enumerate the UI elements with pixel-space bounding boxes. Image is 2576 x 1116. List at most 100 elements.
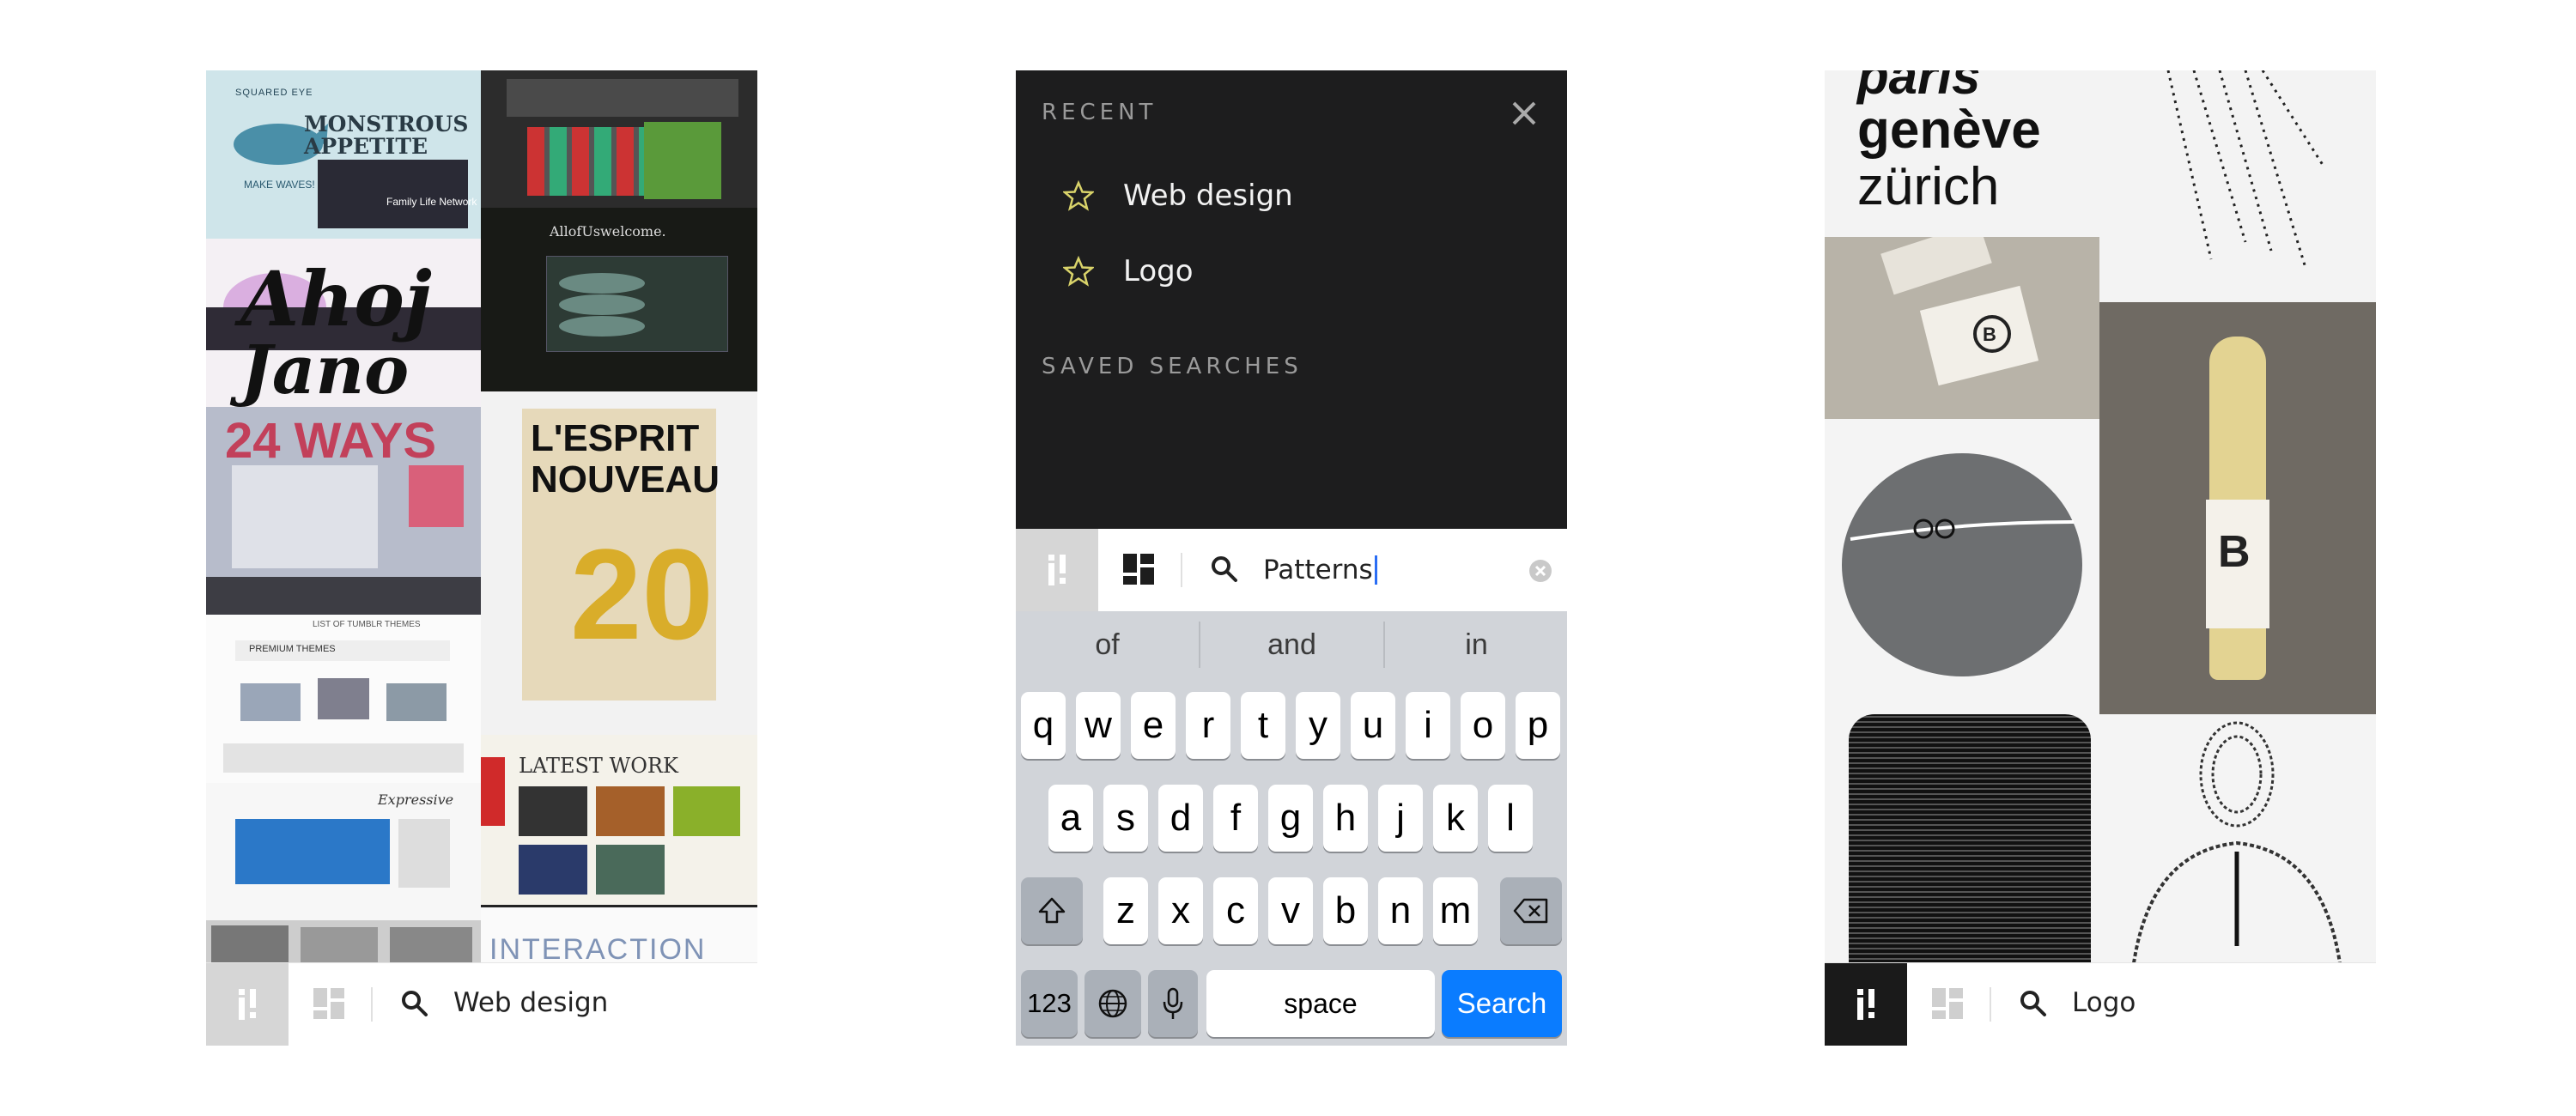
- search-query[interactable]: Web design: [453, 987, 608, 1018]
- photo-strip: [206, 577, 481, 615]
- tile-24-ways[interactable]: 24 WAYS: [206, 407, 481, 615]
- tile-text: SQUARED EYE: [235, 88, 313, 98]
- middle-screen: RECENT Web design Logo SAVED SEARCHES Pa…: [1016, 70, 1567, 1046]
- search-query[interactable]: Logo: [2072, 987, 2136, 1018]
- search-icon: [402, 991, 428, 1016]
- divider: [1181, 553, 1182, 587]
- key-o[interactable]: o: [1461, 692, 1505, 759]
- tile-swiss-cities[interactable]: paris genève zürich: [1825, 70, 2099, 237]
- suggestion-and[interactable]: and: [1200, 611, 1383, 678]
- app-logo-button[interactable]: [206, 963, 289, 1046]
- key-c[interactable]: c: [1213, 877, 1258, 944]
- key-n[interactable]: n: [1378, 877, 1423, 944]
- key-a[interactable]: a: [1048, 785, 1093, 852]
- key-t[interactable]: t: [1241, 692, 1285, 759]
- tile-text: Expressive: [378, 792, 454, 808]
- globe-icon: [1098, 989, 1127, 1018]
- suggestion-of[interactable]: of: [1016, 611, 1199, 678]
- app-logo-button[interactable]: [1016, 529, 1098, 611]
- tile-wine-labels[interactable]: B: [1825, 237, 2099, 419]
- tile-fingerprint-man[interactable]: [2099, 714, 2376, 963]
- layout-toggle-button[interactable]: [289, 963, 371, 1046]
- key-e[interactable]: e: [1131, 692, 1176, 759]
- recent-item-logo[interactable]: Logo: [1063, 246, 1544, 297]
- text-cursor: [1374, 555, 1377, 585]
- dictation-key[interactable]: [1148, 970, 1198, 1037]
- logo-icon: [1048, 555, 1066, 585]
- tile-rosetta-stone[interactable]: [1825, 714, 2099, 963]
- key-k[interactable]: k: [1433, 785, 1478, 852]
- sculpture-illustration: [559, 273, 645, 337]
- key-l[interactable]: l: [1488, 785, 1533, 852]
- tile-text-rain[interactable]: [2099, 70, 2376, 302]
- tile-ahoj[interactable]: Ahoj Jano: [206, 239, 481, 407]
- tile-all-of-us[interactable]: AllofUswelcome.: [481, 208, 757, 391]
- key-w[interactable]: w: [1076, 692, 1121, 759]
- grid-icon: [313, 988, 344, 1019]
- numbers-key[interactable]: 123: [1021, 970, 1078, 1037]
- key-j[interactable]: j: [1378, 785, 1423, 852]
- key-b[interactable]: b: [1323, 877, 1368, 944]
- tile-expressive[interactable]: Expressive: [206, 783, 481, 920]
- tile-text: LATEST WORK: [519, 754, 678, 778]
- key-r[interactable]: r: [1186, 692, 1230, 759]
- search-key[interactable]: Search: [1442, 970, 1562, 1037]
- backspace-key[interactable]: [1500, 877, 1562, 944]
- svg-text:B: B: [2218, 527, 2251, 577]
- tile-interaction[interactable]: INTERACTION: [481, 905, 757, 966]
- star-icon: [1063, 256, 1094, 287]
- key-d[interactable]: d: [1158, 785, 1203, 852]
- tile-text: L'ESPRIT: [531, 417, 700, 459]
- bottle-neck: [1880, 237, 1992, 295]
- right-screen: paris genève zürich B B Logo: [1825, 70, 2376, 1046]
- tile-photos[interactable]: [206, 920, 481, 963]
- layout-toggle-button[interactable]: [1098, 529, 1181, 611]
- tile-web-monkey[interactable]: [481, 70, 757, 208]
- work-thumb: [519, 786, 587, 836]
- tile-text: Family Life Network: [386, 196, 477, 208]
- suggestion-in[interactable]: in: [1385, 611, 1567, 678]
- tile-pebble[interactable]: [1825, 419, 2099, 714]
- key-m[interactable]: m: [1433, 877, 1478, 944]
- text-block: [507, 79, 738, 117]
- theme-thumb: [318, 678, 369, 719]
- tile-text: INTERACTION: [489, 933, 707, 966]
- photo-frame: [301, 927, 378, 963]
- pebble-illustration: [1842, 453, 2082, 676]
- key-q[interactable]: q: [1021, 692, 1066, 759]
- key-g[interactable]: g: [1268, 785, 1313, 852]
- clear-icon[interactable]: [1528, 558, 1553, 584]
- screenshot-thumb: [318, 160, 468, 228]
- tile-esprit-nouveau[interactable]: L'ESPRIT NOUVEAU 20: [481, 391, 757, 735]
- key-f[interactable]: f: [1213, 785, 1258, 852]
- recent-heading: RECENT: [1042, 100, 1157, 125]
- close-icon[interactable]: [1507, 96, 1541, 130]
- tile-tumblr-themes[interactable]: LIST OF TUMBLR THEMES PREMIUM THEMES: [206, 615, 481, 783]
- shift-key[interactable]: [1021, 877, 1083, 944]
- key-z[interactable]: z: [1103, 877, 1148, 944]
- photo-frame: [211, 925, 289, 963]
- tile-text: 24 WAYS: [225, 413, 437, 469]
- recent-item-web-design[interactable]: Web design: [1063, 170, 1544, 221]
- app-logo-button[interactable]: [1825, 963, 1907, 1046]
- tile-squared-eye[interactable]: SQUARED EYE MONSTROUS APPETITE MAKE WAVE…: [206, 70, 481, 239]
- logo-icon: [239, 989, 256, 1020]
- key-p[interactable]: p: [1516, 692, 1560, 759]
- grid-icon: [1123, 554, 1154, 585]
- blue-banner: [235, 819, 390, 884]
- tile-latest-work[interactable]: LATEST WORK: [481, 735, 757, 905]
- key-u[interactable]: u: [1351, 692, 1395, 759]
- key-y[interactable]: y: [1296, 692, 1340, 759]
- space-key[interactable]: space: [1206, 970, 1435, 1037]
- layout-toggle-button[interactable]: [1907, 963, 1990, 1046]
- key-h[interactable]: h: [1323, 785, 1368, 852]
- key-s[interactable]: s: [1103, 785, 1148, 852]
- key-i[interactable]: i: [1406, 692, 1450, 759]
- globe-key[interactable]: [1084, 970, 1141, 1037]
- article-block: [232, 465, 378, 568]
- tile-wine-bottle[interactable]: B: [2099, 302, 2376, 714]
- key-x[interactable]: x: [1158, 877, 1203, 944]
- tile-text: Jano: [240, 331, 410, 407]
- search-input[interactable]: Patterns: [1263, 549, 1521, 591]
- key-v[interactable]: v: [1268, 877, 1313, 944]
